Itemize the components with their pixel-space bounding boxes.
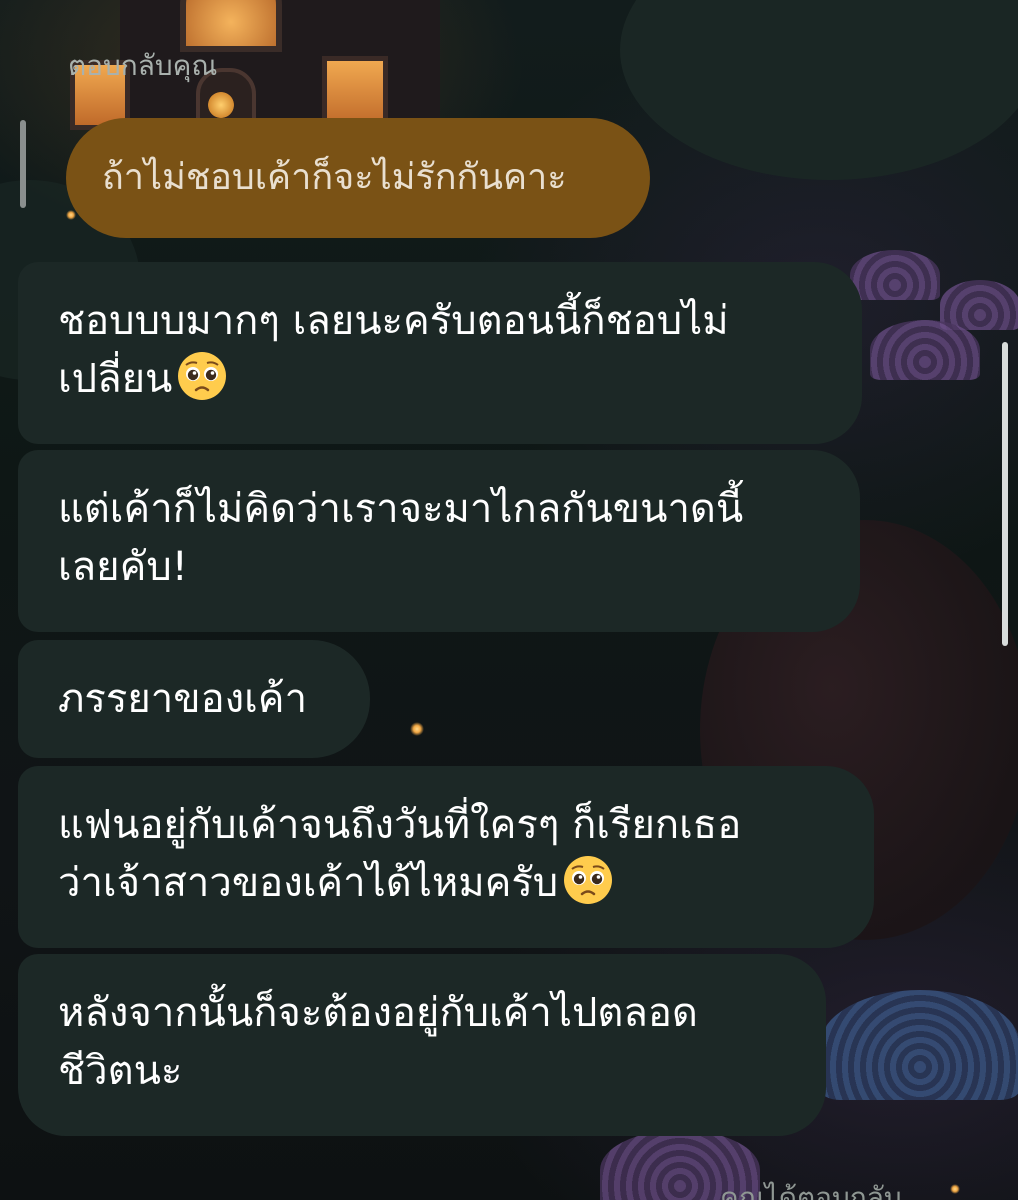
message-line: ชีวิตนะ [58, 1048, 183, 1094]
message-line-with-emoji: เปลี่ยน [58, 350, 822, 408]
background-mushroom [870, 320, 980, 380]
message-line: แฟนอยู่กับเค้าจนถึงวันที่ใครๆ ก็เรียกเธอ [58, 802, 742, 848]
message-bubble[interactable]: หลังจากนั้นก็จะต้องอยู่กับเค้าไปตลอด ชีว… [18, 954, 826, 1136]
message-line: หลังจากนั้นก็จะต้องอยู่กับเค้าไปตลอด [58, 990, 698, 1036]
background-mushroom [820, 990, 1018, 1100]
scrollbar-left[interactable] [20, 120, 26, 208]
quoted-reply-text: ถ้าไม่ชอบเค้าก็จะไม่รักกันคาะ [102, 157, 567, 198]
message-line: เปลี่ยน [58, 356, 173, 402]
scrollbar-right[interactable] [1002, 342, 1008, 646]
reply-hint-text: คุณได้ตอบกลับ [720, 1181, 902, 1200]
message-bubble[interactable]: ภรรยาของเค้า [18, 640, 370, 758]
pleading-face-icon [178, 352, 227, 400]
message-bubble[interactable]: ชอบบบมากๆ เลยนะครับตอนนี้ก็ชอบไม่ เปลี่ย… [18, 262, 862, 444]
reply-label: ตอบกลับคุณ [68, 49, 218, 82]
chat-screen: ตอบกลับคุณ ถ้าไม่ชอบเค้าก็จะไม่รักกันคาะ… [0, 0, 1018, 1200]
message-bubble[interactable]: แฟนอยู่กับเค้าจนถึงวันที่ใครๆ ก็เรียกเธอ… [18, 766, 874, 948]
message-line-with-emoji: ว่าเจ้าสาวของเค้าได้ไหมครับ [58, 854, 834, 912]
background-firefly [950, 1184, 960, 1194]
background-firefly [66, 210, 76, 220]
background-window-arch [180, 0, 282, 52]
quoted-reply-bubble[interactable]: ถ้าไม่ชอบเค้าก็จะไม่รักกันคาะ [66, 118, 650, 238]
message-line: เลยคับ! [58, 544, 188, 590]
background-tree [620, 0, 1018, 180]
background-mushroom [940, 280, 1018, 330]
message-line: ว่าเจ้าสาวของเค้าได้ไหมครับ [58, 860, 559, 906]
background-mushroom [850, 250, 940, 300]
message-line: ภรรยาของเค้า [58, 676, 308, 722]
pleading-face-icon [564, 856, 613, 904]
background-lantern [208, 92, 234, 118]
message-line: แต่เค้าก็ไม่คิดว่าเราจะมาไกลกันขนาดนี้ [58, 486, 744, 532]
background-firefly [410, 722, 424, 736]
message-bubble[interactable]: แต่เค้าก็ไม่คิดว่าเราจะมาไกลกันขนาดนี้ เ… [18, 450, 860, 632]
message-line: ชอบบบมากๆ เลยนะครับตอนนี้ก็ชอบไม่ [58, 298, 729, 344]
